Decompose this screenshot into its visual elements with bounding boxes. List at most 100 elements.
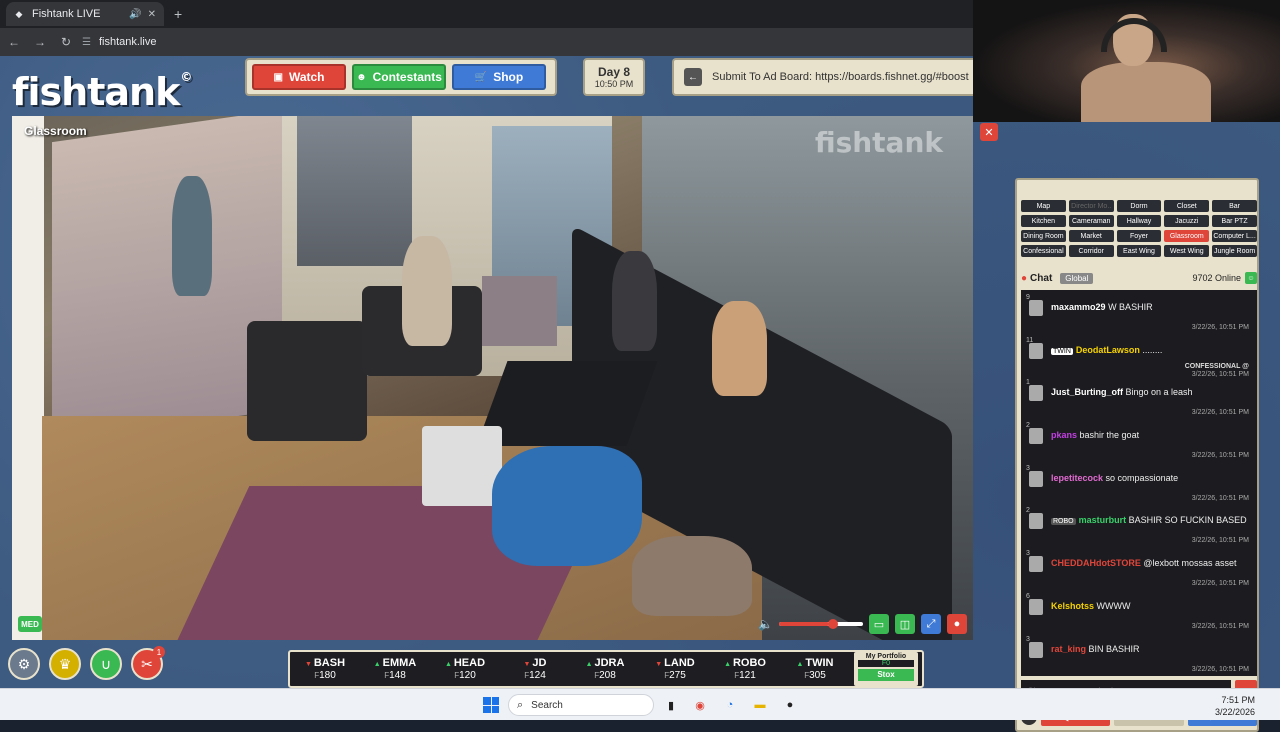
task-view-icon[interactable]: ▮ xyxy=(662,696,680,714)
username[interactable]: Just_Burting_off xyxy=(1051,387,1123,397)
side-panel: Map Director Mo.. Dorm Closet Bar Kitchen Came… xyxy=(1015,178,1259,732)
room-button[interactable]: Confessional xyxy=(1021,245,1066,257)
site-info-icon[interactable]: ☰ xyxy=(82,37,91,48)
taskbar-search[interactable]: ⌕ Search xyxy=(508,694,654,716)
room-button[interactable]: Closet xyxy=(1164,200,1210,212)
avatar[interactable] xyxy=(1029,428,1043,445)
avatar[interactable] xyxy=(1029,556,1043,573)
avatar[interactable] xyxy=(1029,300,1043,316)
settings-gear-icon[interactable]: ⚙ xyxy=(8,648,40,680)
room-button[interactable]: East Wing xyxy=(1116,245,1162,257)
room-button[interactable]: Bar PTZ xyxy=(1212,215,1257,227)
room-button[interactable]: Computer L... xyxy=(1212,230,1257,242)
quality-badge[interactable]: MED xyxy=(18,616,42,632)
url-field[interactable]: ☰ fishtank.live xyxy=(82,36,156,48)
close-video-button[interactable]: ✕ xyxy=(980,123,998,141)
avatar[interactable] xyxy=(1029,385,1043,402)
username[interactable]: maxammo29 xyxy=(1051,302,1106,312)
chat-message[interactable]: 9 maxammo29 W BASHIR 3/22/26, 10:51 PM xyxy=(1025,294,1253,337)
room-button[interactable]: Kitchen xyxy=(1021,215,1066,227)
magnet-icon[interactable]: ∪ xyxy=(90,648,122,680)
app-icon[interactable]: ● xyxy=(781,696,799,714)
browser-tab[interactable]: ◆ Fishtank LIVE 🔊 ✕ xyxy=(6,2,164,26)
avatar[interactable] xyxy=(1029,513,1043,530)
room-button[interactable]: Director Mo.. xyxy=(1068,200,1114,212)
back-icon[interactable]: ← xyxy=(2,35,26,49)
chat-message[interactable]: 1 Just_Burting_off Bingo on a leash 3/22/2… xyxy=(1025,379,1253,422)
fullscreen-icon[interactable]: ⤢ xyxy=(921,614,941,634)
avatar[interactable] xyxy=(1029,470,1043,487)
username[interactable]: Kelshotss xyxy=(1051,601,1094,611)
ticker-item[interactable]: ▲ JDRA F208 xyxy=(570,657,640,680)
speaker-icon[interactable]: 🔊 xyxy=(129,9,141,20)
avatar[interactable] xyxy=(1029,598,1043,615)
chat-message[interactable]: 11 TWIN DeodatLawson ........ CONFESSIONAL … xyxy=(1025,337,1253,380)
username[interactable]: pkans xyxy=(1051,430,1077,440)
watch-button[interactable]: ▣ Watch xyxy=(252,64,346,90)
ticker-item[interactable]: ▼ LAND F275 xyxy=(640,657,710,680)
room-button[interactable]: Cameraman xyxy=(1068,215,1114,227)
username[interactable]: masturburt xyxy=(1079,515,1127,525)
system-clock[interactable]: 7:51 PM 3/22/2026 xyxy=(1215,694,1255,718)
record-icon[interactable]: ● xyxy=(947,614,967,634)
arrow-left-icon[interactable]: ← xyxy=(684,68,702,86)
ticker-item[interactable]: ▼ JD F124 xyxy=(500,657,570,680)
contestants-button[interactable]: ☻ Contestants xyxy=(352,64,446,90)
live-video[interactable]: Glassroom fishtank MED 🔈 ▭ ◫ ⤢ ● xyxy=(12,116,973,640)
volume-icon[interactable]: 🔈 xyxy=(758,617,773,631)
ticker-price: 121 xyxy=(739,669,756,681)
chat-message[interactable]: 6 Kelshotss WWWW 3/22/26, 10:51 PM xyxy=(1025,593,1253,636)
ticker-item[interactable]: ▼ BASH F180 xyxy=(290,657,360,680)
clip-icon[interactable]: ▭ xyxy=(869,614,889,634)
room-button[interactable]: Dining Room xyxy=(1021,230,1066,242)
file-explorer-icon[interactable]: ▬ xyxy=(751,696,769,714)
stox-button[interactable]: Stox xyxy=(858,669,914,681)
chat-message[interactable]: 3 rat_king BIN BASHIR 3/22/26, 10:51 PM xyxy=(1025,636,1253,677)
reload-icon[interactable]: ↻ xyxy=(54,35,78,49)
room-button[interactable]: West Wing xyxy=(1164,245,1210,257)
close-tab-icon[interactable]: ✕ xyxy=(148,9,156,20)
tools-icon[interactable]: ✂ 1 xyxy=(131,646,165,680)
shop-button[interactable]: 🛒 Shop xyxy=(452,64,546,90)
ticker-item[interactable]: ▲ HEAD F120 xyxy=(430,657,500,680)
new-tab-button[interactable]: + xyxy=(174,6,182,22)
edge-icon[interactable]: ◔ xyxy=(721,696,739,714)
room-button[interactable]: Jacuzzi xyxy=(1164,215,1210,227)
forward-icon[interactable]: → xyxy=(28,35,52,49)
room-button[interactable]: Map xyxy=(1021,200,1066,212)
chat-message[interactable]: 2 pkans bashir the goat 3/22/26, 10:51 PM xyxy=(1025,422,1253,465)
cast-icon[interactable]: ◫ xyxy=(895,614,915,634)
room-button[interactable]: Glassroom xyxy=(1164,230,1210,242)
fishtank-logo[interactable]: fishtank© xyxy=(12,70,192,114)
username[interactable]: lepetitecock xyxy=(1051,473,1103,483)
ad-board[interactable]: ← Submit To Ad Board: https://boards.fis… xyxy=(672,58,974,96)
ticker-item[interactable]: ▲ TWIN F305 xyxy=(780,657,850,680)
crown-icon[interactable]: ♛ xyxy=(49,648,81,680)
room-button[interactable]: Foyer xyxy=(1116,230,1162,242)
ticker-item[interactable]: ▲ EMMA F148 xyxy=(360,657,430,680)
room-button[interactable]: Bar xyxy=(1212,200,1257,212)
room-button[interactable]: Hallway xyxy=(1116,215,1162,227)
arrow-up-icon: ▲ xyxy=(373,661,383,669)
room-button[interactable]: Jungle Room xyxy=(1212,245,1257,257)
username[interactable]: rat_king xyxy=(1051,644,1086,654)
chat-scope-toggle[interactable]: Global xyxy=(1060,272,1094,284)
room-button[interactable]: Dorm xyxy=(1116,200,1162,212)
volume-knob[interactable] xyxy=(827,619,838,629)
avatar[interactable] xyxy=(1029,342,1043,359)
avatar[interactable] xyxy=(1029,641,1043,658)
chrome-icon[interactable]: ◉ xyxy=(691,696,709,714)
windows-start-icon[interactable] xyxy=(483,697,499,713)
chat-message[interactable]: 3 CHEDDAHdotSTORE @lexbott mossas asset 3/… xyxy=(1025,550,1253,593)
chat-messages[interactable]: 9 maxammo29 W BASHIR 3/22/26, 10:51 PM 11 TW… xyxy=(1021,290,1257,676)
username[interactable]: CHEDDAHdotSTORE xyxy=(1051,558,1141,568)
ticker-value: F275 xyxy=(640,670,710,681)
volume-slider[interactable] xyxy=(779,619,863,629)
ticker-item[interactable]: ▲ ROBO F121 xyxy=(710,657,780,680)
username[interactable]: DeodatLawson xyxy=(1076,345,1140,355)
chat-message[interactable]: 3 lepetitecock so compassionate 3/22/26, 1… xyxy=(1025,465,1253,508)
chat-message[interactable]: 2 ROBO masturburt BASHIR SO FUCKIN BASED 3/… xyxy=(1025,507,1253,550)
room-button[interactable]: Market xyxy=(1068,230,1114,242)
room-button[interactable]: Corridor xyxy=(1068,245,1114,257)
users-icon[interactable]: ☺ xyxy=(1245,272,1257,284)
